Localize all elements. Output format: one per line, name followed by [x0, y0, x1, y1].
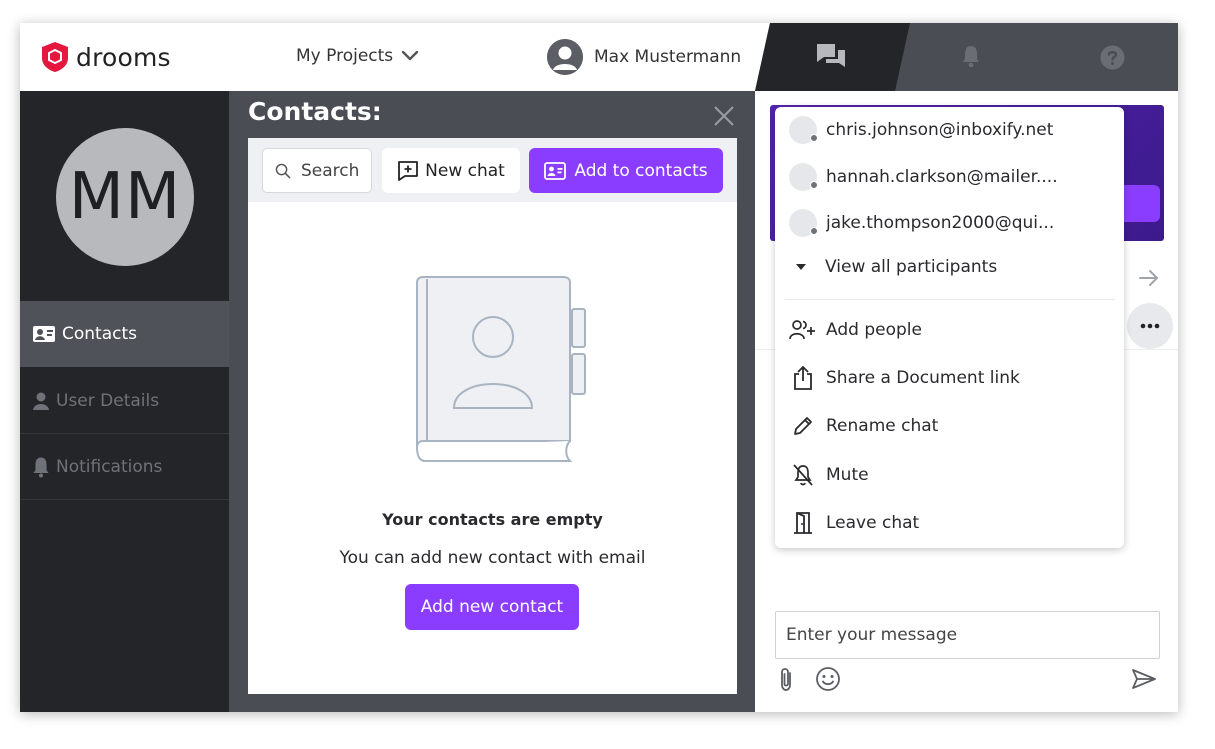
share-icon: [794, 366, 812, 390]
top-bar: drooms My Projects Max Mustermann: [20, 23, 1178, 91]
sidebar-item-contacts[interactable]: Contacts: [20, 301, 229, 367]
paperclip-icon[interactable]: [778, 667, 796, 693]
search-box: [262, 148, 372, 193]
send-icon[interactable]: [1131, 668, 1157, 690]
view-all-label: View all participants: [825, 257, 998, 277]
empty-title: Your contacts are empty: [382, 510, 603, 529]
empty-subtitle: You can add new contact with email: [339, 548, 646, 568]
help-icon: [1100, 45, 1125, 70]
caret-down-icon: [796, 264, 806, 270]
pencil-icon: [794, 417, 812, 435]
chevron-down-icon: [401, 50, 419, 61]
door-exit-icon-wrap: [789, 511, 817, 535]
menu-item-label: Rename chat: [826, 416, 939, 436]
menu-item-label: Leave chat: [826, 513, 920, 533]
contact-card-icon: [33, 326, 55, 342]
menu-item-mute[interactable]: Mute: [789, 460, 869, 490]
more-dots-icon: [1140, 323, 1160, 329]
tab-help[interactable]: [1100, 45, 1126, 71]
menu-item-share-link[interactable]: Share a Document link: [789, 363, 1020, 393]
close-icon[interactable]: [713, 105, 735, 127]
my-projects-dropdown[interactable]: My Projects: [296, 46, 419, 66]
add-to-contacts-label: Add to contacts: [574, 160, 708, 181]
participant-email: hannah.clarkson@mailer....: [826, 167, 1058, 187]
more-options-button[interactable]: [1127, 303, 1173, 349]
drooms-logo-icon: [42, 42, 68, 72]
menu-item-label: Share a Document link: [826, 368, 1020, 388]
bell-icon: [963, 46, 979, 68]
contact-card-icon: [544, 161, 567, 180]
contacts-toolbar: New chat Add to contacts: [248, 138, 737, 202]
chat-options-menu: chris.johnson@inboxify.net hannah.clarks…: [775, 107, 1124, 548]
user-name: Max Mustermann: [594, 47, 742, 67]
chat-icon: [817, 44, 845, 67]
status-dot: [810, 134, 818, 142]
participant-email: jake.thompson2000@qui...: [826, 213, 1055, 233]
participant-avatar: [789, 163, 818, 191]
menu-item-add-people[interactable]: Add people: [789, 315, 922, 345]
new-chat-button[interactable]: New chat: [382, 148, 520, 193]
participant-item[interactable]: chris.johnson@inboxify.net: [789, 115, 1071, 145]
mute-bell-icon: [793, 464, 813, 486]
participant-item[interactable]: hannah.clarkson@mailer....: [789, 162, 1071, 192]
participant-avatar: [789, 116, 818, 144]
door-exit-icon: [794, 512, 812, 534]
participant-item[interactable]: jake.thompson2000@qui...: [789, 208, 1071, 238]
menu-item-label: Add people: [826, 320, 922, 340]
contacts-panel: Contacts: New chat: [229, 91, 755, 712]
search-icon: [275, 163, 291, 178]
search-input[interactable]: [301, 160, 371, 181]
settings-sidebar: MM Contacts User Details Notifications: [20, 91, 229, 712]
new-chat-icon: [398, 160, 419, 181]
sidebar-item-notifications[interactable]: Notifications: [20, 434, 229, 500]
view-all-participants[interactable]: View all participants: [795, 257, 997, 277]
tab-notifications[interactable]: [961, 44, 983, 70]
profile-avatar: MM: [56, 128, 194, 266]
my-projects-label: My Projects: [296, 46, 394, 66]
participant-avatar: [789, 209, 818, 237]
add-new-contact-button[interactable]: Add new contact: [405, 584, 579, 630]
menu-item-rename-chat[interactable]: Rename chat: [789, 411, 938, 441]
participant-email: chris.johnson@inboxify.net: [826, 120, 1054, 140]
status-dot: [810, 227, 818, 235]
arrow-right-icon[interactable]: [1138, 268, 1160, 288]
user-icon: [33, 392, 49, 410]
tab-chat[interactable]: [815, 41, 849, 73]
app-window: drooms My Projects Max Mustermann MM Con…: [20, 23, 1178, 712]
emoji-icon[interactable]: [815, 666, 841, 692]
user-avatar-icon: [547, 39, 583, 75]
share-icon-wrap: [789, 365, 817, 391]
add-to-contacts-button[interactable]: Add to contacts: [529, 148, 723, 193]
menu-item-leave-chat[interactable]: Leave chat: [789, 508, 919, 538]
sidebar-item-label: User Details: [56, 390, 160, 411]
sidebar-item-label: Contacts: [62, 324, 137, 344]
menu-divider: [785, 299, 1115, 300]
bell-icon: [33, 457, 49, 477]
menu-item-label: Mute: [826, 465, 869, 485]
new-chat-label: New chat: [425, 160, 505, 181]
user-menu[interactable]: Max Mustermann: [547, 39, 741, 75]
contacts-body: New chat Add to contacts: [248, 138, 737, 694]
address-book-illustration: [416, 276, 586, 462]
sidebar-item-user-details[interactable]: User Details: [20, 368, 229, 434]
status-dot: [810, 181, 818, 189]
sidebar-item-label: Notifications: [56, 456, 163, 477]
logo[interactable]: drooms: [40, 41, 171, 73]
contacts-title: Contacts:: [248, 97, 382, 126]
pencil-icon-wrap: [789, 415, 817, 437]
message-input[interactable]: [775, 611, 1160, 659]
logo-text: drooms: [76, 42, 171, 72]
mute-bell-icon-wrap: [789, 463, 817, 487]
add-people-icon-wrap: [789, 319, 817, 341]
add-people-icon: [789, 320, 815, 340]
